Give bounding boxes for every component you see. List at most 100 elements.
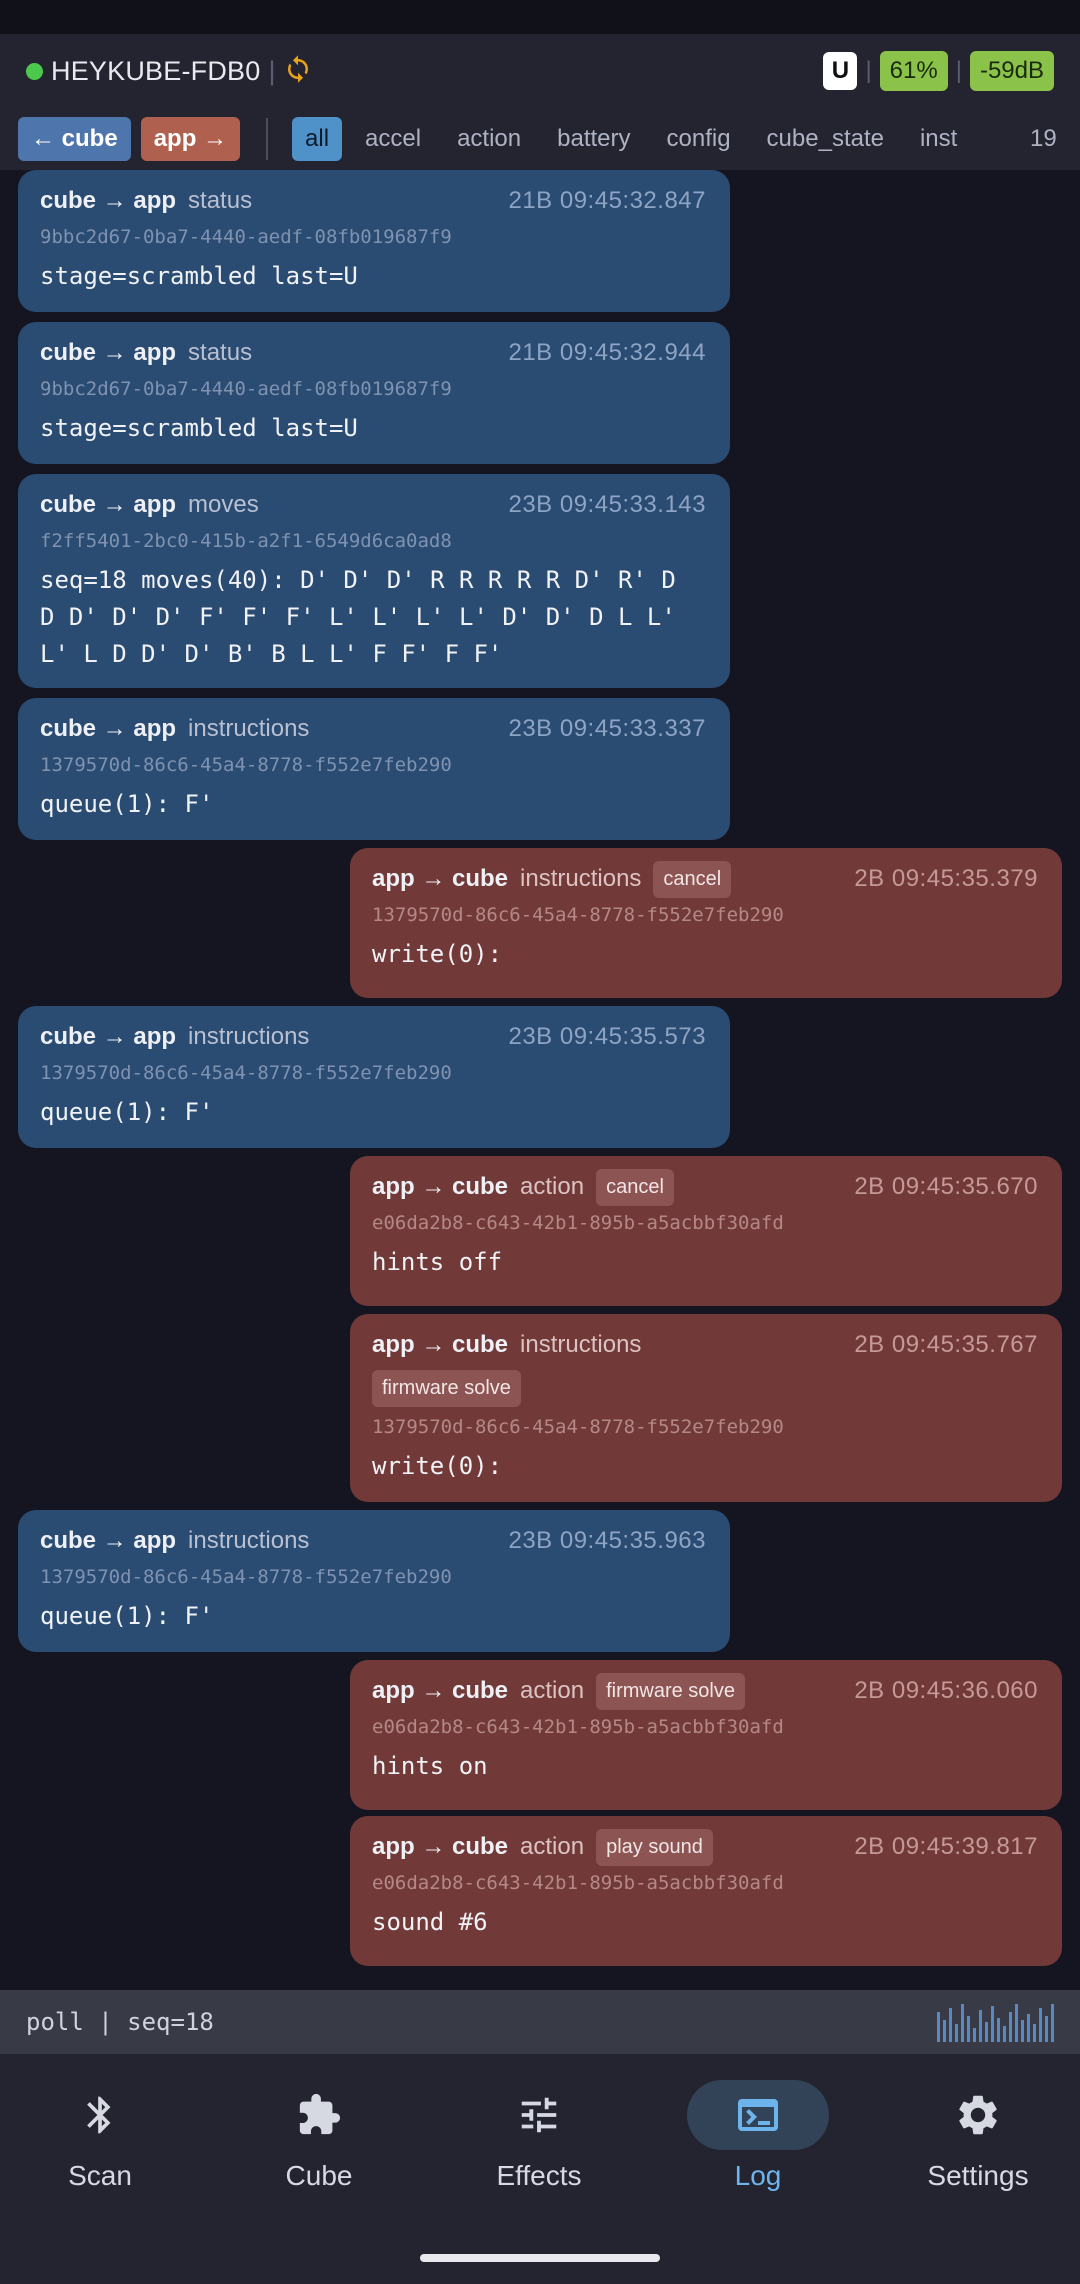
message-time: 09:45:33.143 bbox=[559, 491, 706, 518]
message-body: write(0): bbox=[372, 940, 503, 968]
message-item[interactable]: app → cube instructions 2B 09:45:35.767 … bbox=[350, 1314, 1062, 1502]
message-time: 09:45:35.670 bbox=[891, 1173, 1038, 1200]
rssi-badge: -59dB bbox=[969, 51, 1054, 91]
message-item[interactable]: app → cube action play sound 2B 09:45:39… bbox=[350, 1816, 1062, 1966]
message-item[interactable]: app → cube action cancel 2B 09:45:35.670… bbox=[350, 1156, 1062, 1306]
message-body: stage=scrambled last=U bbox=[40, 262, 358, 290]
filter-category-action[interactable]: action bbox=[444, 117, 534, 161]
message-tag: firmware solve bbox=[596, 1672, 745, 1710]
nav-settings-label: Settings bbox=[927, 2160, 1029, 2191]
message-type: action bbox=[520, 1833, 585, 1860]
message-direction: app → cube bbox=[372, 1677, 509, 1704]
message-direction: cube → app bbox=[40, 339, 177, 366]
message-direction: app → cube bbox=[372, 1173, 509, 1200]
message-log[interactable]: cube → app status 21B 09:45:32.847 9bbc2… bbox=[0, 170, 1080, 1990]
message-item[interactable]: cube → app status 21B 09:45:32.944 9bbc2… bbox=[18, 322, 730, 464]
message-direction: cube → app bbox=[40, 715, 177, 742]
message-size: 21B bbox=[508, 339, 553, 366]
message-body: sound #6 bbox=[372, 1908, 488, 1936]
message-uuid: 1379570d-86c6-45a4-8778-f552e7feb290 bbox=[40, 1062, 452, 1084]
filter-bar: ← cube app → all accel action battery co… bbox=[0, 108, 1080, 170]
log-status-footer: poll | seq=18 bbox=[0, 1990, 1080, 2054]
message-meta: 2B 09:45:35.379 bbox=[854, 865, 1038, 893]
filter-category-all[interactable]: all bbox=[292, 117, 343, 161]
filter-category-instructions[interactable]: inst bbox=[907, 117, 970, 161]
sync-icon[interactable] bbox=[283, 54, 313, 89]
message-count: 19 bbox=[1020, 108, 1080, 170]
message-body-line: L' L D D' D' B' B L L' F F' F F' bbox=[40, 640, 503, 668]
message-direction: cube → app bbox=[40, 491, 177, 518]
message-body: queue(1): F' bbox=[40, 790, 214, 818]
message-body: queue(1): F' bbox=[40, 1098, 214, 1126]
message-item[interactable]: cube → app status 21B 09:45:32.847 9bbc2… bbox=[18, 170, 730, 312]
battery-badge: 61% bbox=[879, 51, 948, 91]
message-item[interactable]: cube → app instructions 23B 09:45:35.573… bbox=[18, 1006, 730, 1148]
message-type: action bbox=[520, 1677, 585, 1704]
message-tag: cancel bbox=[653, 860, 732, 898]
puzzle-icon bbox=[299, 2093, 341, 2135]
message-type: instructions bbox=[520, 865, 642, 892]
message-size: 2B bbox=[854, 865, 885, 892]
message-type: instructions bbox=[520, 1331, 642, 1358]
filter-direction-app-to-cube[interactable]: app → bbox=[140, 117, 241, 161]
nav-scan-label: Scan bbox=[68, 2160, 132, 2191]
nav-cube[interactable]: Cube bbox=[219, 2080, 419, 2192]
message-time: 09:45:32.847 bbox=[559, 187, 706, 214]
face-badge: U bbox=[823, 52, 858, 90]
filter-category-cube-state[interactable]: cube_state bbox=[754, 117, 897, 161]
message-item[interactable]: cube → app moves 23B 09:45:33.143 f2ff54… bbox=[18, 474, 730, 688]
nav-effects-label: Effects bbox=[496, 2160, 582, 2191]
message-item[interactable]: app → cube action firmware solve 2B 09:4… bbox=[350, 1660, 1062, 1810]
message-body: queue(1): F' bbox=[40, 1602, 214, 1630]
message-meta: 23B 09:45:35.573 bbox=[508, 1023, 706, 1051]
message-meta: 23B 09:45:35.963 bbox=[508, 1527, 706, 1555]
message-size: 23B bbox=[508, 1023, 553, 1050]
nav-effects[interactable]: Effects bbox=[439, 2080, 639, 2192]
message-type: status bbox=[188, 187, 253, 214]
nav-log[interactable]: Log bbox=[658, 2080, 858, 2192]
filter-category-battery[interactable]: battery bbox=[544, 117, 643, 161]
message-size: 2B bbox=[854, 1173, 885, 1200]
message-uuid: 9bbc2d67-0ba7-4440-aedf-08fb019687f9 bbox=[40, 378, 452, 400]
message-uuid: 1379570d-86c6-45a4-8778-f552e7feb290 bbox=[372, 904, 784, 926]
message-direction: app → cube bbox=[372, 1833, 509, 1860]
header-separator: | bbox=[268, 55, 276, 86]
message-time: 09:45:35.767 bbox=[891, 1331, 1038, 1358]
message-meta: 2B 09:45:36.060 bbox=[854, 1677, 1038, 1705]
sliders-icon bbox=[521, 2097, 557, 2133]
filter-direction-cube-to-app[interactable]: ← cube bbox=[18, 117, 131, 161]
filter-divider bbox=[266, 118, 269, 160]
message-type: instructions bbox=[188, 1527, 310, 1554]
activity-sparkline-icon bbox=[937, 2002, 1054, 2042]
header-separator: | bbox=[955, 57, 962, 84]
message-item[interactable]: app → cube instructions cancel 2B 09:45:… bbox=[350, 848, 1062, 998]
message-size: 21B bbox=[508, 187, 553, 214]
message-body-line: D D' D' D' F' F' F' L' L' L' L' D' D' D … bbox=[40, 603, 676, 631]
filter-category-accel[interactable]: accel bbox=[352, 117, 434, 161]
home-indicator[interactable] bbox=[420, 2254, 660, 2262]
message-body-line: seq=18 moves(40): D' D' D' R R R R R D' … bbox=[40, 566, 676, 594]
bottom-navigation: Scan Cube Effects Log Settings bbox=[0, 2054, 1080, 2284]
message-type: status bbox=[188, 339, 253, 366]
message-uuid: f2ff5401-2bc0-415b-a2f1-6549d6ca0ad8 bbox=[40, 530, 452, 552]
message-item[interactable]: cube → app instructions 23B 09:45:33.337… bbox=[18, 698, 730, 840]
nav-scan[interactable]: Scan bbox=[0, 2080, 200, 2192]
nav-settings[interactable]: Settings bbox=[878, 2080, 1078, 2192]
message-time: 09:45:35.379 bbox=[891, 865, 1038, 892]
app-header: HEYKUBE-FDB0 | U | 61% | -59dB bbox=[0, 34, 1080, 108]
message-type: instructions bbox=[188, 715, 310, 742]
message-uuid: 1379570d-86c6-45a4-8778-f552e7feb290 bbox=[372, 1416, 784, 1438]
message-meta: 23B 09:45:33.337 bbox=[508, 715, 706, 743]
message-tag: cancel bbox=[596, 1168, 674, 1206]
system-status-bar bbox=[0, 0, 1080, 34]
message-item[interactable]: cube → app instructions 23B 09:45:35.963… bbox=[18, 1510, 730, 1652]
message-meta: 21B 09:45:32.944 bbox=[508, 339, 706, 367]
message-time: 09:45:36.060 bbox=[891, 1677, 1038, 1704]
terminal-icon bbox=[738, 2099, 778, 2131]
message-meta: 21B 09:45:32.847 bbox=[508, 187, 706, 215]
message-meta: 23B 09:45:33.143 bbox=[508, 491, 706, 519]
filter-category-config[interactable]: config bbox=[654, 117, 744, 161]
message-type: moves bbox=[188, 491, 259, 518]
bluetooth-icon bbox=[87, 2096, 111, 2134]
message-meta: 2B 09:45:39.817 bbox=[854, 1833, 1038, 1861]
